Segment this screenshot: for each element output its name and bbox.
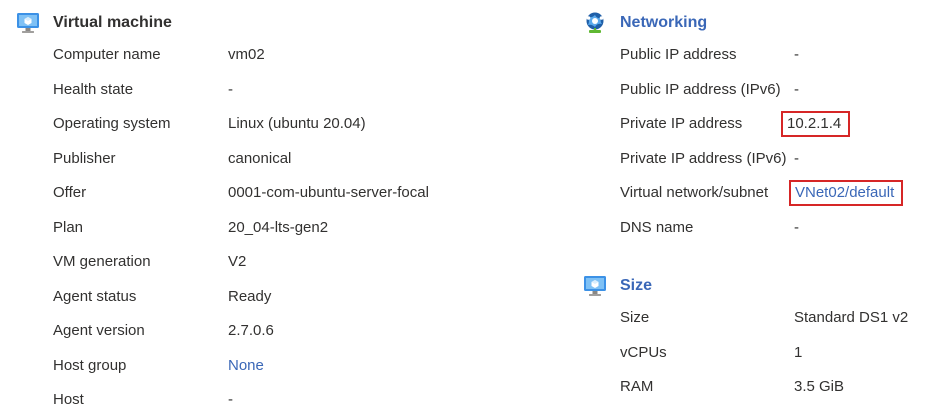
virtual-network-label: Virtual network/subnet: [620, 184, 769, 201]
operating-system-label: Operating system: [53, 115, 171, 132]
publisher-row: Publisher canonical: [16, 149, 516, 169]
size-title-link[interactable]: Size: [620, 277, 652, 295]
size-label: Size: [620, 309, 650, 326]
vm-generation-label: VM generation: [53, 253, 151, 270]
publisher-label: Publisher: [53, 150, 116, 167]
private-ip-label: Private IP address: [620, 115, 743, 132]
agent-status-row: Agent status Ready: [16, 287, 516, 307]
computer-name-label: Computer name: [53, 46, 161, 63]
public-ip-row: Public IP address -: [583, 45, 933, 65]
networking-title-link[interactable]: Networking: [620, 14, 707, 32]
computer-name-value: vm02: [228, 46, 265, 63]
vcpus-label: vCPUs: [620, 344, 667, 361]
health-state-value: -: [228, 81, 233, 98]
offer-label: Offer: [53, 184, 87, 201]
plan-value: 20_04-lts-gen2: [228, 219, 329, 236]
virtual-machine-header: [16, 11, 40, 35]
private-ip-value: 10.2.1.4: [781, 111, 851, 137]
host-group-link[interactable]: None: [228, 356, 264, 376]
publisher-value: canonical: [228, 150, 292, 167]
monitor-icon: [17, 13, 39, 33]
agent-status-value: Ready: [228, 288, 272, 305]
private-ipv6-row: Private IP address (IPv6) -: [583, 149, 933, 169]
agent-status-label: Agent status: [53, 288, 137, 305]
size-section: Size Size Standard DS1 v2 vCPUs 1 RAM 3.…: [583, 274, 933, 404]
public-ip-label: Public IP address: [620, 46, 737, 63]
dns-name-row: DNS name -: [583, 218, 933, 238]
health-state-label: Health state: [53, 81, 134, 98]
public-ipv6-value: -: [794, 81, 799, 98]
virtual-network-row: Virtual network/subnet VNet02/default: [583, 180, 933, 206]
offer-value: 0001-com-ubuntu-server-focal: [228, 184, 429, 201]
host-value: -: [228, 391, 233, 408]
ram-value: 3.5 GiB: [794, 378, 845, 395]
host-group-row: Host group None: [16, 356, 516, 376]
host-row: Host -: [16, 390, 516, 410]
vcpus-value: 1: [794, 344, 803, 361]
host-label: Host: [53, 391, 84, 408]
size-value: Standard DS1 v2: [794, 309, 909, 326]
public-ipv6-label: Public IP address (IPv6): [620, 81, 781, 98]
virtual-machine-section: Virtual machine Computer name vm02 Healt…: [16, 11, 536, 411]
offer-row: Offer 0001-com-ubuntu-server-focal: [16, 183, 516, 203]
operating-system-row: Operating system Linux (ubuntu 20.04): [16, 114, 516, 134]
public-ip-value: -: [794, 46, 799, 63]
virtual-machine-title: Virtual machine: [53, 14, 172, 31]
vm-generation-row: VM generation V2: [16, 252, 516, 272]
private-ipv6-label: Private IP address (IPv6): [620, 150, 787, 167]
operating-system-value: Linux (ubuntu 20.04): [228, 115, 366, 132]
networking-section: Networking Public IP address - Public IP…: [583, 11, 933, 241]
agent-version-row: Agent version 2.7.0.6: [16, 321, 516, 341]
health-state-row: Health state -: [16, 80, 516, 100]
agent-version-label: Agent version: [53, 322, 145, 339]
host-group-label: Host group: [53, 357, 127, 374]
monitor-icon: [584, 276, 606, 296]
vm-generation-value: V2: [228, 253, 247, 270]
agent-version-value: 2.7.0.6: [228, 322, 274, 339]
virtual-network-link[interactable]: VNet02/default: [789, 180, 904, 206]
private-ip-row: Private IP address 10.2.1.4: [583, 111, 933, 137]
vcpus-row: vCPUs 1: [583, 343, 933, 363]
plan-row: Plan 20_04-lts-gen2: [16, 218, 516, 238]
public-ipv6-row: Public IP address (IPv6) -: [583, 80, 933, 100]
plan-label: Plan: [53, 219, 84, 236]
computer-name-row: Computer name vm02: [16, 45, 516, 65]
size-row: Size Standard DS1 v2: [583, 308, 933, 328]
size-header: [583, 274, 607, 298]
ram-row: RAM 3.5 GiB: [583, 377, 933, 397]
networking-header: [583, 11, 607, 35]
private-ipv6-value: -: [794, 150, 799, 167]
dns-name-label: DNS name: [620, 219, 694, 236]
network-globe-icon: [586, 12, 604, 33]
ram-label: RAM: [620, 378, 654, 395]
dns-name-value: -: [794, 219, 799, 236]
